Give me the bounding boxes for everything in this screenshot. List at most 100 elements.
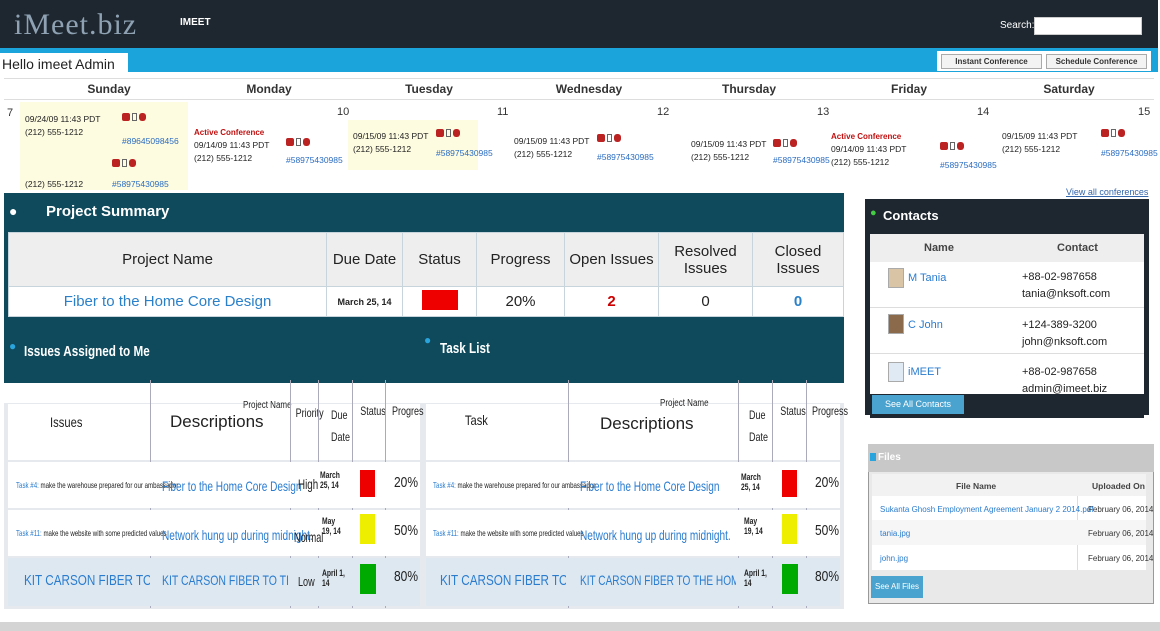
top-nav-bar [0, 0, 1158, 48]
conference-link[interactable]: #58975430985 [436, 147, 493, 160]
conference-link[interactable]: #58975430985 [597, 151, 654, 164]
view-all-conferences-link[interactable]: View all conferences [1066, 187, 1148, 197]
column-header: Status [402, 232, 477, 287]
tablet-icon [1111, 129, 1116, 137]
date-number: 13 [817, 106, 830, 118]
due-date: March 25, 14 [320, 470, 340, 490]
contacts-title: Contacts [883, 208, 939, 223]
conference-link[interactable]: #58975430985 [112, 178, 169, 191]
logo[interactable]: iMeet.biz [14, 8, 137, 42]
phone-icon [940, 142, 948, 150]
progress: 20% [476, 286, 565, 317]
day-header: Monday [246, 82, 292, 96]
files-icon [870, 453, 876, 461]
issue-description-link[interactable]: KIT CARSON FIBER TO THE HOME P [162, 572, 288, 588]
column-header: Issues [50, 414, 83, 430]
calendar-entry[interactable]: 09/15/09 11:43 PDT (212) 555-1212 [1002, 130, 1077, 156]
column-header: Status [780, 404, 806, 418]
issue-item[interactable]: Task #11: make the website with some pre… [16, 528, 167, 538]
contacts-icon: ● [870, 207, 877, 219]
calendar-entry[interactable]: (212) 555-1212 [25, 166, 83, 191]
conference-icons [1101, 128, 1125, 141]
day-header: Friday [890, 82, 927, 96]
people-icon [139, 113, 146, 121]
schedule-conference-button[interactable]: Schedule Conference [1046, 54, 1147, 69]
priority: Low [298, 574, 315, 589]
phone-icon [112, 159, 120, 167]
conference-icons [436, 128, 460, 141]
task-description-link[interactable]: Network hung up during midnight. [580, 527, 731, 543]
upload-date: February 06, 2014 [1088, 554, 1154, 563]
date-number: 14 [977, 106, 990, 118]
column-header: Due Date [326, 232, 403, 287]
avatar [888, 268, 904, 288]
contact-name-link[interactable]: iMEET [908, 366, 941, 378]
project-summary-icon: ● [9, 203, 18, 219]
closed-issues: 0 [752, 286, 844, 317]
conference-link[interactable]: #58975430985 [1101, 147, 1158, 160]
column-header: Name [924, 242, 954, 254]
status-indicator [360, 564, 376, 594]
task-description-link[interactable]: KIT CARSON FIBER TO THE HOME PROJECT [580, 572, 736, 588]
conference-link[interactable]: #58975430985 [286, 154, 343, 167]
issue-item[interactable]: Task #4: make the warehouse prepared for… [16, 480, 178, 490]
column-header: File Name [956, 481, 997, 491]
column-header: Due Date [749, 408, 769, 444]
calendar-entry[interactable]: 09/15/09 11:43 PDT (212) 555-1212 [691, 138, 766, 164]
calendar-entry[interactable]: Active Conference 09/14/09 11:43 PDT (212)… [831, 130, 906, 169]
column-header: Due Date [331, 408, 351, 444]
phone-icon [286, 138, 294, 146]
status-indicator [782, 470, 797, 497]
files-title: Files [878, 452, 901, 463]
day-header: Thursday [721, 82, 776, 96]
column-header: Project Name [660, 398, 709, 409]
column-header: Task [464, 412, 488, 428]
due-date: May 19, 14 [322, 516, 341, 536]
file-link[interactable]: john.jpg [880, 554, 908, 563]
task-description-link[interactable]: Fiber to the Home Core Design [580, 478, 720, 494]
due-date: May 19, 14 [744, 516, 763, 536]
phone-icon [122, 113, 130, 121]
date-number: 10 [337, 106, 350, 118]
conference-link[interactable]: #89645098456 [122, 135, 179, 148]
calendar-entry[interactable]: Active Conference 09/14/09 11:43 PDT (212)… [194, 126, 269, 165]
day-header: Wednesday [555, 82, 623, 96]
conference-link[interactable]: #58975430985 [773, 154, 830, 167]
see-all-contacts-button[interactable]: See All Contacts [872, 395, 964, 414]
file-link[interactable]: Sukanta Ghosh Employment Agreement Janua… [880, 505, 1093, 514]
issue-description-link[interactable]: Network hung up during midnight. [162, 527, 313, 543]
calendar-entry[interactable]: 09/15/09 11:43 PDT (212) 555-1212 [353, 130, 428, 156]
greeting: Hello imeet Admin [0, 53, 128, 73]
contact-info: +88-02-987658 admin@imeet.biz [1022, 366, 1108, 395]
search-input[interactable] [1034, 17, 1142, 35]
column-header: Progress [476, 232, 565, 287]
file-link[interactable]: tania.jpg [880, 529, 910, 538]
progress: 50% [815, 522, 840, 539]
column-header: Project Name [8, 232, 327, 287]
column-header: Resolved Issues [658, 232, 753, 287]
task-header-row: Task Project Name Descriptions Due Date … [426, 398, 848, 460]
upload-date: February 06, 2014 [1088, 529, 1154, 538]
progress: 20% [815, 474, 840, 491]
open-issues: 2 [564, 286, 659, 317]
contact-info: +124-389-3200 john@nksoft.com [1022, 319, 1108, 348]
task-list-title: Task List [440, 340, 490, 357]
conference-link[interactable]: #58975430985 [940, 159, 997, 172]
due-date: April 1, 14 [322, 568, 345, 588]
due-date: March 25, 14 [326, 286, 403, 317]
people-icon [614, 134, 621, 142]
contact-name-link[interactable]: M Tania [908, 272, 946, 284]
issue-description-link[interactable]: Fiber to the Home Core Design [162, 478, 302, 494]
calendar-entry[interactable]: 09/15/09 11:43 PDT (212) 555-1212 [514, 135, 589, 161]
conference-icons [286, 137, 310, 150]
project-name-link[interactable]: Fiber to the Home Core Design [8, 286, 327, 317]
task-item[interactable]: KIT CARSON FIBER TO THE H [440, 572, 566, 589]
see-all-files-button[interactable]: See All Files [871, 576, 923, 598]
task-item[interactable]: Task #4: make the warehouse prepared for… [433, 480, 595, 490]
instant-conference-button[interactable]: Instant Conference [941, 54, 1042, 69]
phone-icon [1101, 129, 1109, 137]
issue-item[interactable]: KIT CARSON FIBER TO THE H [24, 572, 150, 589]
contact-name-link[interactable]: C John [908, 319, 943, 331]
progress: 20% [394, 474, 419, 491]
task-item[interactable]: Task #11: make the website with some pre… [433, 528, 584, 538]
